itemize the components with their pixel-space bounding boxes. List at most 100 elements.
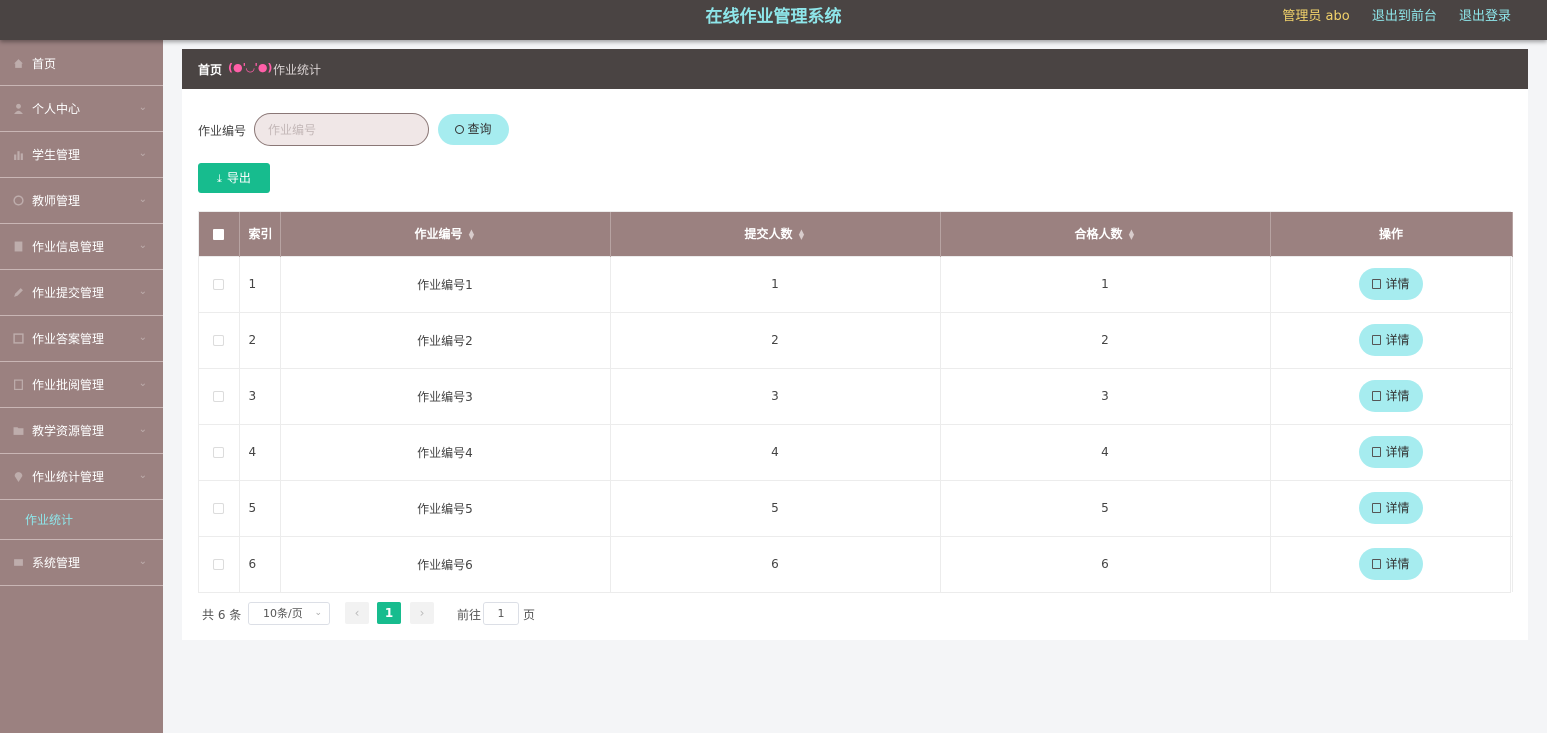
sidebar-item-homework-statistics[interactable]: 作业统计管理 ⌄ (0, 454, 163, 500)
sidebar-item-label: 作业提交管理 (32, 286, 105, 300)
sidebar-subitem-label: 作业统计 (25, 513, 74, 527)
document-icon (1372, 279, 1382, 289)
search-label: 作业编号 (198, 124, 247, 138)
select-all-cell (199, 212, 240, 256)
table-row: 4 作业编号4 4 4 详情 (199, 423, 1513, 480)
row-index: 1 (239, 255, 281, 312)
top-bar: 在线作业管理系统 管理员 abo 退出到前台 退出登录 (0, 0, 1547, 40)
page-number-button[interactable]: 1 (377, 602, 401, 624)
chevron-down-icon: ⌄ (138, 470, 147, 481)
detail-button-label: 详情 (1385, 445, 1410, 459)
chevron-down-icon: ⌄ (138, 286, 147, 297)
row-code: 作业编号4 (280, 423, 611, 480)
row-checkbox[interactable] (213, 391, 225, 402)
row-qualified: 1 (940, 255, 1271, 312)
data-table: 索引 作业编号 ▲ ▼ 提交人数 ▲ ▼ 合格人数 ▲ ▼ 操作 1 作业编号1 1 1 详情 2 作业… (198, 211, 1513, 593)
sidebar-item-students[interactable]: 学生管理 ⌄ (0, 132, 163, 178)
row-submitted: 5 (610, 479, 941, 536)
row-code: 作业编号3 (280, 367, 611, 424)
sort-icon[interactable]: ▲ ▼ (468, 228, 476, 240)
sidebar-item-label: 教学资源管理 (32, 424, 105, 438)
row-submitted: 3 (610, 367, 941, 424)
detail-button-label: 详情 (1385, 389, 1410, 403)
document-icon (1372, 391, 1382, 401)
sidebar-item-label: 作业信息管理 (32, 240, 105, 254)
table-header-row: 索引 作业编号 ▲ ▼ 提交人数 ▲ ▼ 合格人数 ▲ ▼ 操作 (199, 212, 1513, 256)
chevron-left-icon: ‹ (354, 606, 360, 620)
sidebar-item-profile[interactable]: 个人中心 ⌄ (0, 86, 163, 132)
column-header-actions: 操作 (1270, 212, 1513, 256)
settings-icon (14, 559, 23, 566)
pen-icon (14, 288, 23, 297)
column-header-submitted[interactable]: 提交人数 ▲ ▼ (610, 212, 941, 256)
row-actions: 详情 (1270, 535, 1513, 592)
location-icon (14, 472, 23, 482)
prev-page-button[interactable]: ‹ (345, 602, 369, 624)
sidebar-item-homework-info[interactable]: 作业信息管理 ⌄ (0, 224, 163, 270)
detail-button[interactable]: 详情 (1359, 436, 1423, 468)
row-select-cell (199, 423, 240, 480)
chevron-down-icon: ⌄ (314, 608, 322, 618)
sidebar-item-label: 作业答案管理 (32, 332, 105, 346)
detail-button[interactable]: 详情 (1359, 380, 1423, 412)
row-checkbox[interactable] (213, 503, 225, 514)
logout-link[interactable]: 退出登录 (1459, 9, 1511, 24)
detail-button[interactable]: 详情 (1359, 324, 1423, 356)
detail-button[interactable]: 详情 (1359, 548, 1423, 581)
table-row: 5 作业编号5 5 5 详情 (199, 479, 1513, 536)
row-submitted: 4 (610, 423, 941, 480)
chevron-down-icon: ⌄ (138, 194, 147, 205)
column-header-qualified[interactable]: 合格人数 ▲ ▼ (940, 212, 1271, 256)
chevron-down-icon: ⌄ (138, 102, 147, 113)
sidebar-item-label: 作业批阅管理 (32, 378, 105, 392)
breadcrumb-separator: (●'◡'●) (228, 61, 273, 74)
sidebar-item-home[interactable]: 首页 (0, 40, 163, 86)
sidebar-item-system[interactable]: 系统管理 ⌄ (0, 540, 163, 586)
breadcrumb-home[interactable]: 首页 (198, 61, 222, 78)
goto-page-input[interactable] (483, 602, 519, 625)
query-button[interactable]: 查询 (438, 114, 509, 145)
table-row: 2 作业编号2 2 2 详情 (199, 311, 1513, 368)
sidebar-item-teaching-resources[interactable]: 教学资源管理 ⌄ (0, 408, 163, 454)
sidebar-item-teachers[interactable]: 教师管理 ⌄ (0, 178, 163, 224)
table-body: 1 作业编号1 1 1 详情 2 作业编号2 2 2 详情 3 作业编号3 3 3 详情 4 作业编号4 4 4 详情… (199, 255, 1513, 592)
home-icon (14, 59, 23, 68)
sidebar-item-label: 作业统计管理 (32, 470, 105, 484)
sidebar-item-homework-review[interactable]: 作业批阅管理 ⌄ (0, 362, 163, 408)
circle-icon (13, 195, 24, 206)
sort-icon[interactable]: ▲ ▼ (798, 228, 806, 240)
exit-to-frontend-link[interactable]: 退出到前台 (1372, 9, 1437, 24)
detail-button[interactable]: 详情 (1359, 268, 1423, 300)
sort-icon[interactable]: ▲ ▼ (1128, 228, 1136, 240)
row-select-cell (199, 367, 240, 424)
main-panel: 作业编号 查询 ⤓ 导出 索引 作业编号 ▲▼ 提交人数 ▲▼ 合格人数 ▲▼ 操作 1… (182, 89, 1528, 640)
row-actions: 详情 (1270, 479, 1513, 536)
sidebar-item-label: 教师管理 (32, 194, 81, 208)
sidebar-item-label: 个人中心 (32, 102, 81, 116)
column-header-code[interactable]: 作业编号 ▲ ▼ (280, 212, 611, 256)
sidebar-item-homework-submission[interactable]: 作业提交管理 ⌄ (0, 270, 163, 316)
row-checkbox[interactable] (213, 447, 225, 458)
search-input[interactable] (254, 113, 429, 146)
detail-button[interactable]: 详情 (1359, 492, 1423, 524)
query-button-label: 查询 (467, 122, 492, 136)
next-page-button[interactable]: › (410, 602, 434, 624)
select-all-checkbox[interactable] (213, 228, 225, 240)
row-checkbox[interactable] (213, 559, 225, 571)
table-row: 6 作业编号6 6 6 详情 (199, 535, 1513, 592)
column-header-label: 合格人数 (1074, 227, 1123, 242)
export-button[interactable]: ⤓ 导出 (198, 163, 270, 193)
sidebar-subitem-homework-statistics[interactable]: 作业统计 (0, 500, 163, 540)
sidebar-item-homework-answers[interactable]: 作业答案管理 ⌄ (0, 316, 163, 362)
folder-icon (13, 427, 24, 435)
breadcrumb-current: 作业统计 (273, 63, 322, 77)
page-size-select[interactable]: 10条/页 ⌄ (248, 602, 330, 625)
row-checkbox[interactable] (213, 279, 225, 290)
row-index: 5 (239, 479, 281, 536)
row-checkbox[interactable] (213, 335, 225, 346)
sidebar-item-label: 系统管理 (32, 556, 81, 570)
row-code: 作业编号1 (280, 255, 611, 312)
document-icon (1372, 503, 1382, 513)
row-qualified: 6 (940, 535, 1271, 592)
row-select-cell (199, 255, 240, 312)
